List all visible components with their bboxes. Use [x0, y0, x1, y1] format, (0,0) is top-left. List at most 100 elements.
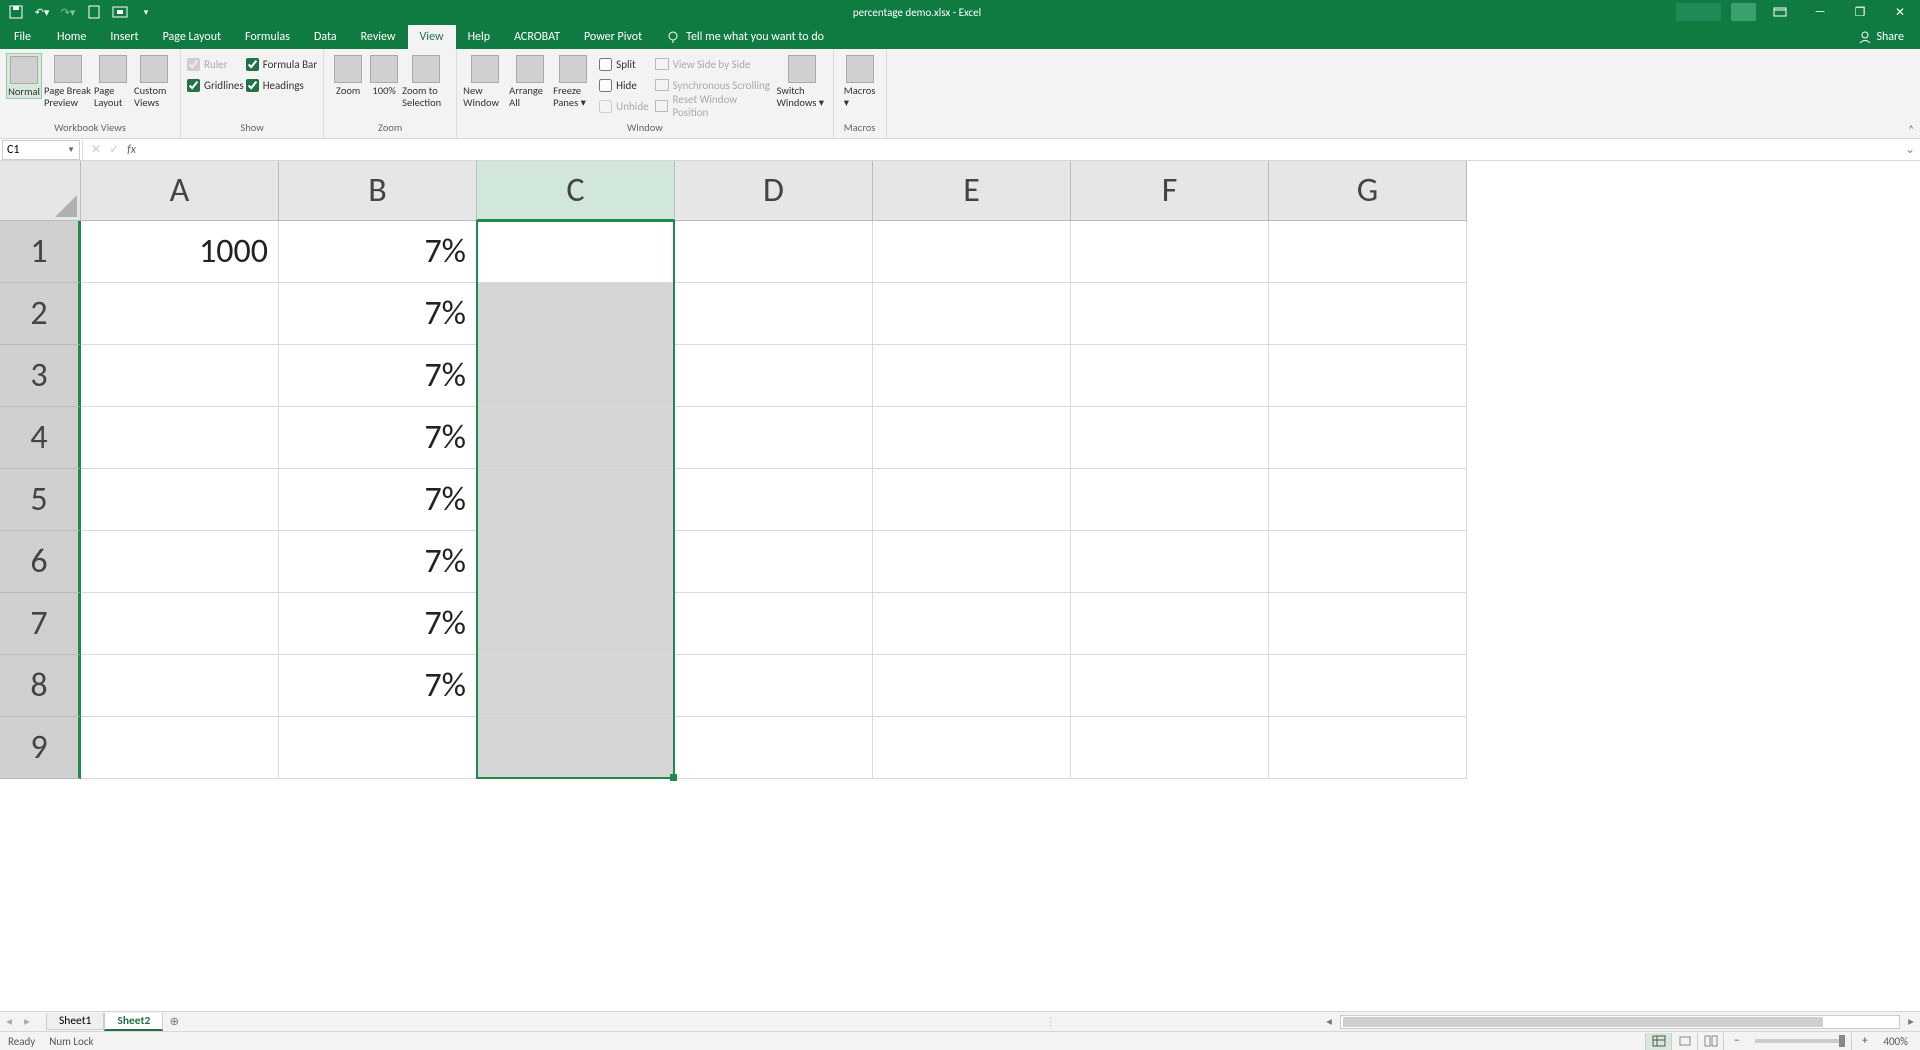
- cell-B8[interactable]: 7%: [279, 655, 477, 717]
- redo-icon[interactable]: ↷▾: [56, 2, 80, 22]
- close-button[interactable]: ✕: [1880, 0, 1920, 24]
- arrange-all-button[interactable]: Arrange All: [509, 53, 551, 108]
- column-header-E[interactable]: E: [873, 161, 1071, 221]
- row-header-7[interactable]: 7: [0, 593, 81, 655]
- cell-D4[interactable]: [675, 407, 873, 469]
- formula-bar-checkbox[interactable]: Formula Bar: [246, 55, 317, 73]
- sheet-nav-prev-icon[interactable]: ▸: [18, 1014, 36, 1029]
- cell-E2[interactable]: [873, 283, 1071, 345]
- cell-B7[interactable]: 7%: [279, 593, 477, 655]
- cell-F5[interactable]: [1071, 469, 1269, 531]
- cell-G4[interactable]: [1269, 407, 1467, 469]
- tab-insert[interactable]: Insert: [98, 25, 150, 49]
- column-headers[interactable]: ABCDEFG: [81, 161, 1920, 221]
- cell-B6[interactable]: 7%: [279, 531, 477, 593]
- hscroll-right-icon[interactable]: ▸: [1902, 1014, 1920, 1029]
- page-layout-view-button[interactable]: Page Layout: [94, 53, 132, 108]
- custom-views-button[interactable]: Custom Views: [134, 53, 174, 108]
- cell-F7[interactable]: [1071, 593, 1269, 655]
- cell-F1[interactable]: [1071, 221, 1269, 283]
- cell-C5[interactable]: [477, 469, 675, 531]
- row-headers[interactable]: 123456789: [0, 221, 81, 1011]
- touch-mode-icon[interactable]: [108, 2, 132, 22]
- cell-G2[interactable]: [1269, 283, 1467, 345]
- tab-power-pivot[interactable]: Power Pivot: [572, 25, 654, 49]
- cell-C4[interactable]: [477, 407, 675, 469]
- name-box-dropdown-icon[interactable]: ▼: [67, 145, 75, 155]
- cell-F4[interactable]: [1071, 407, 1269, 469]
- expand-formula-bar-icon[interactable]: ⌄: [1900, 142, 1920, 157]
- fx-icon[interactable]: fx: [127, 143, 136, 157]
- switch-windows-button[interactable]: Switch Windows ▾: [777, 53, 827, 108]
- row-header-8[interactable]: 8: [0, 655, 81, 717]
- cell-C3[interactable]: [477, 345, 675, 407]
- cell-G5[interactable]: [1269, 469, 1467, 531]
- zoom-out-button[interactable]: −: [1723, 1033, 1749, 1050]
- tab-view[interactable]: View: [408, 25, 456, 49]
- formula-input[interactable]: [144, 140, 1900, 160]
- cell-B5[interactable]: 7%: [279, 469, 477, 531]
- row-header-4[interactable]: 4: [0, 407, 81, 469]
- page-layout-view-icon[interactable]: [1671, 1033, 1697, 1050]
- row-header-5[interactable]: 5: [0, 469, 81, 531]
- customize-qat-icon[interactable]: ▾: [134, 2, 158, 22]
- cell-D6[interactable]: [675, 531, 873, 593]
- cell-C8[interactable]: [477, 655, 675, 717]
- cell-B1[interactable]: 7%: [279, 221, 477, 283]
- row-header-3[interactable]: 3: [0, 345, 81, 407]
- zoom-slider[interactable]: [1755, 1039, 1845, 1043]
- cell-C7[interactable]: [477, 593, 675, 655]
- tab-file[interactable]: File: [0, 25, 45, 49]
- cell-C6[interactable]: [477, 531, 675, 593]
- cell-C2[interactable]: [477, 283, 675, 345]
- page-break-view-icon[interactable]: [1697, 1033, 1723, 1050]
- split-checkbox[interactable]: Split: [599, 55, 648, 73]
- worksheet-grid[interactable]: ABCDEFG 123456789 10007%7%7%7%7%7%7%7%: [0, 161, 1920, 1011]
- cell-G6[interactable]: [1269, 531, 1467, 593]
- cell-A9[interactable]: [81, 717, 279, 779]
- cell-D8[interactable]: [675, 655, 873, 717]
- name-box[interactable]: C1 ▼: [2, 140, 80, 160]
- cell-E6[interactable]: [873, 531, 1071, 593]
- tab-page-layout[interactable]: Page Layout: [151, 25, 233, 49]
- cell-B9[interactable]: [279, 717, 477, 779]
- cell-B4[interactable]: 7%: [279, 407, 477, 469]
- row-header-9[interactable]: 9: [0, 717, 81, 779]
- cell-F9[interactable]: [1071, 717, 1269, 779]
- cell-F3[interactable]: [1071, 345, 1269, 407]
- horizontal-scrollbar[interactable]: ◂ ▸: [1060, 1014, 1920, 1029]
- tab-split-handle[interactable]: ⋮: [1046, 1015, 1060, 1028]
- row-header-6[interactable]: 6: [0, 531, 81, 593]
- cell-G7[interactable]: [1269, 593, 1467, 655]
- maximize-button[interactable]: ❐: [1840, 0, 1880, 24]
- share-button[interactable]: Share: [1842, 25, 1920, 49]
- page-break-preview-button[interactable]: Page Break Preview: [44, 53, 92, 108]
- zoom-level[interactable]: 400%: [1877, 1035, 1914, 1048]
- collapse-ribbon-icon[interactable]: ˄: [1908, 123, 1914, 136]
- sheet-tab-sheet2[interactable]: Sheet2: [104, 1013, 163, 1031]
- tab-home[interactable]: Home: [45, 25, 98, 49]
- cell-F2[interactable]: [1071, 283, 1269, 345]
- hide-checkbox[interactable]: Hide: [599, 76, 648, 94]
- undo-icon[interactable]: ↶▾: [30, 2, 54, 22]
- column-header-C[interactable]: C: [477, 161, 675, 221]
- cell-D5[interactable]: [675, 469, 873, 531]
- sheet-nav-first-icon[interactable]: ◂: [0, 1014, 18, 1029]
- cell-A5[interactable]: [81, 469, 279, 531]
- cells-area[interactable]: 10007%7%7%7%7%7%7%7%: [81, 221, 1920, 1011]
- column-header-A[interactable]: A: [81, 161, 279, 221]
- cell-E8[interactable]: [873, 655, 1071, 717]
- cell-B3[interactable]: 7%: [279, 345, 477, 407]
- headings-checkbox[interactable]: Headings: [246, 76, 317, 94]
- sheet-tab-sheet1[interactable]: Sheet1: [46, 1013, 104, 1030]
- cell-G3[interactable]: [1269, 345, 1467, 407]
- normal-view-icon[interactable]: [1645, 1033, 1671, 1050]
- freeze-panes-button[interactable]: Freeze Panes ▾: [553, 53, 593, 108]
- column-header-B[interactable]: B: [279, 161, 477, 221]
- column-header-G[interactable]: G: [1269, 161, 1467, 221]
- cell-D1[interactable]: [675, 221, 873, 283]
- tell-me[interactable]: Tell me what you want to do: [654, 25, 836, 49]
- column-header-D[interactable]: D: [675, 161, 873, 221]
- zoom-in-button[interactable]: +: [1851, 1033, 1877, 1050]
- cell-D3[interactable]: [675, 345, 873, 407]
